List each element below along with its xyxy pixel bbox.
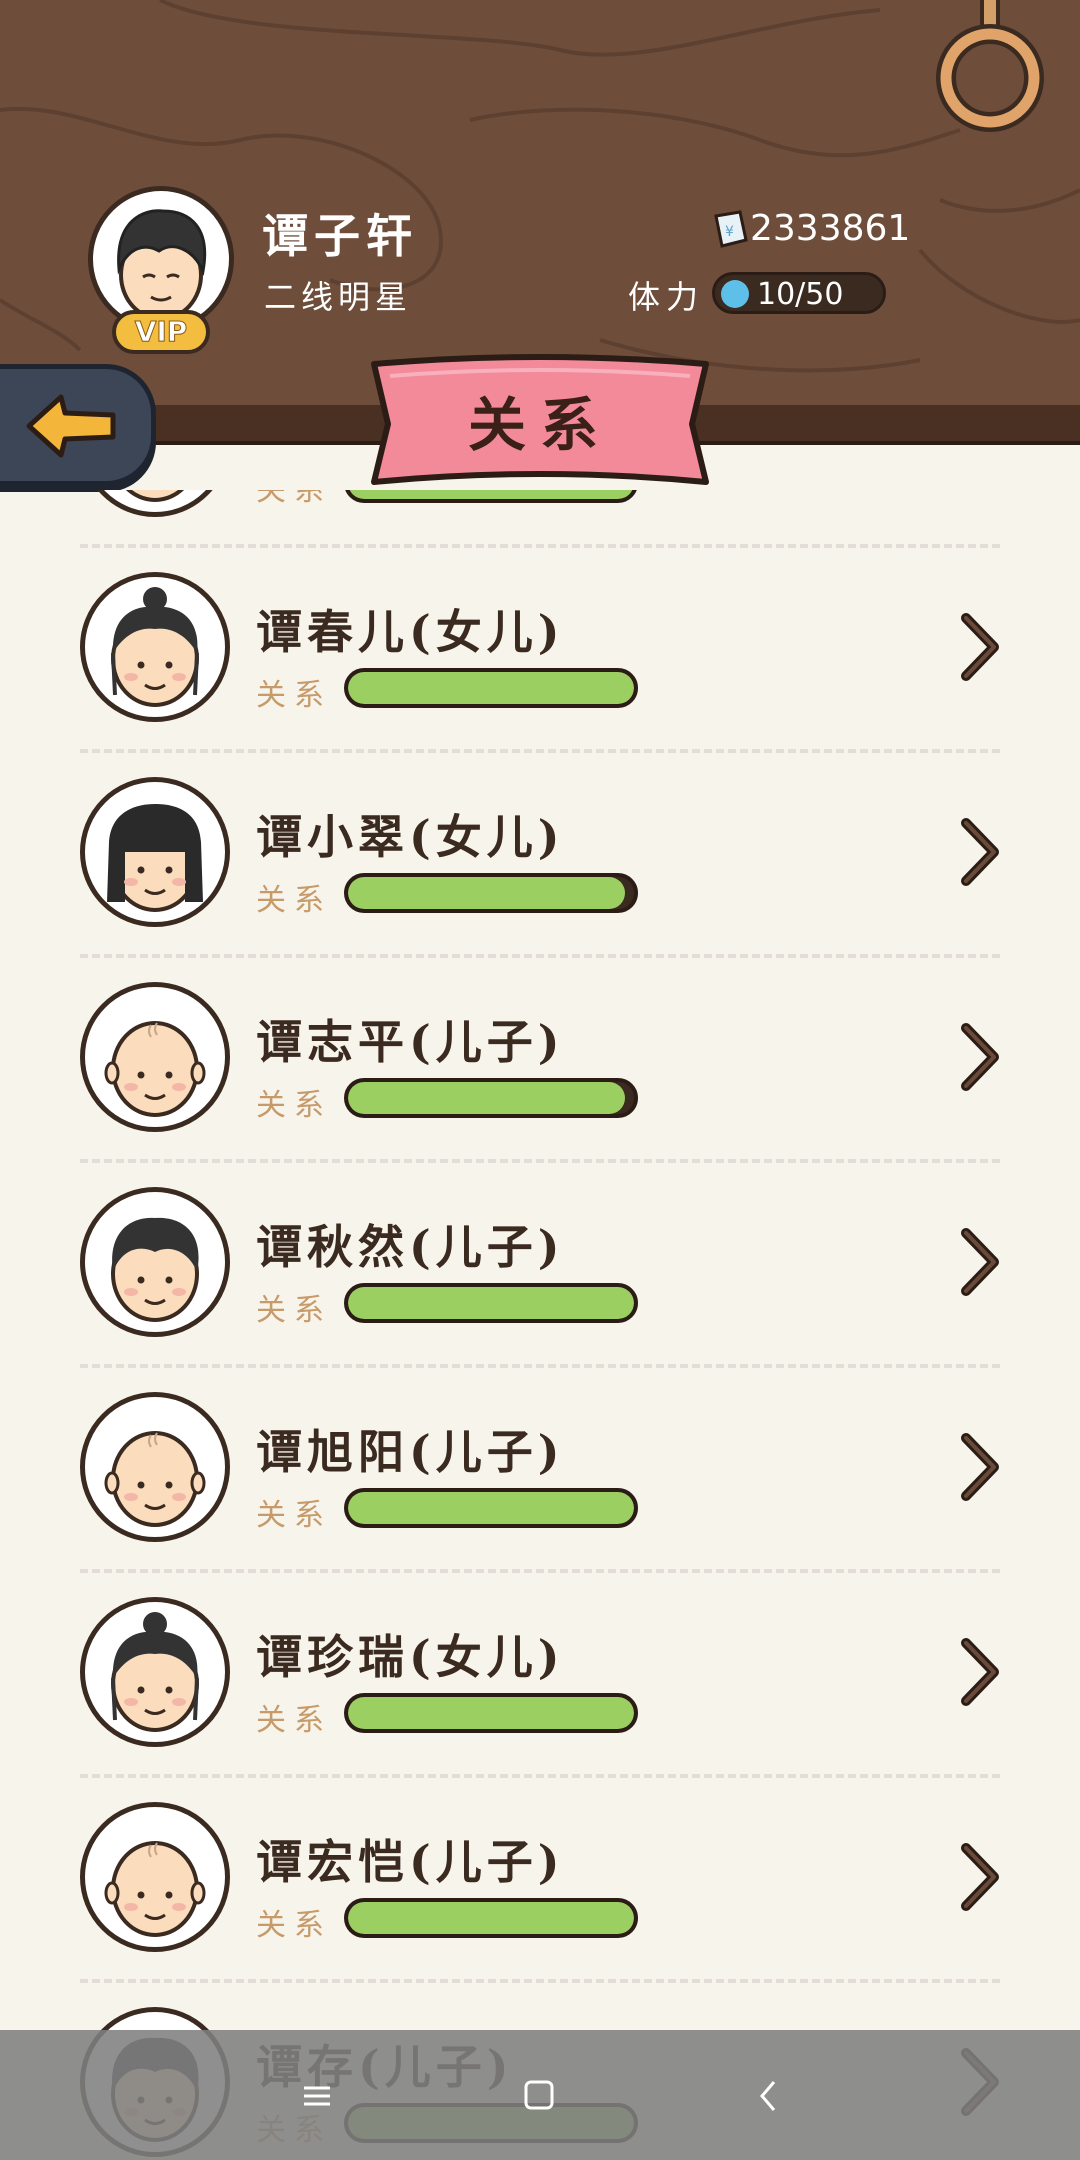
relation-label: 关系 xyxy=(256,490,332,508)
member-avatar[interactable] xyxy=(80,1187,230,1337)
chevron-right-icon[interactable] xyxy=(958,817,1002,887)
relations-list[interactable]: 关系 谭春儿(女儿) 关系 谭小翠(女儿) 关系 谭志平(儿子) 关系 谭秋然(儿子) 关系 谭旭… xyxy=(0,490,1080,2160)
banknote-icon: ¥ xyxy=(714,210,748,248)
header: VIP 谭子轩 二线明星 ¥ 2333861 体力 10/50 xyxy=(0,0,1080,405)
home-square-icon[interactable] xyxy=(480,2030,600,2160)
member-row[interactable]: 谭秋然(儿子) 关系 xyxy=(0,1161,1080,1368)
relation-label: 关系 xyxy=(256,883,332,918)
player-title: 二线明星 xyxy=(264,278,413,316)
relation-bar xyxy=(344,1488,638,1528)
relation-bar-fill xyxy=(348,1287,634,1319)
relation-bar xyxy=(344,1283,638,1323)
relation-label: 关系 xyxy=(256,678,332,713)
page-title: 关系 xyxy=(467,391,612,459)
stamina-label: 体力 xyxy=(628,278,705,316)
menu-icon[interactable] xyxy=(256,2030,376,2160)
back-button[interactable] xyxy=(0,364,156,486)
member-name: 谭志平(儿子) xyxy=(256,1015,565,1069)
chevron-right-icon[interactable] xyxy=(958,1637,1002,1707)
member-avatar[interactable] xyxy=(80,572,230,722)
member-avatar[interactable] xyxy=(80,982,230,1132)
member-avatar[interactable] xyxy=(80,490,230,517)
member-face-icon xyxy=(104,1021,206,1117)
relation-bar xyxy=(344,1898,638,1938)
member-row[interactable]: 谭珍瑞(女儿) 关系 xyxy=(0,1571,1080,1778)
system-nav-bar xyxy=(0,2030,1080,2160)
member-avatar[interactable] xyxy=(80,777,230,927)
member-row[interactable]: 谭旭阳(儿子) 关系 xyxy=(0,1366,1080,1573)
member-name: 谭宏恺(儿子) xyxy=(256,1835,565,1889)
member-face-icon xyxy=(111,587,199,707)
stamina-orb-icon xyxy=(721,280,749,308)
member-row[interactable]: 谭志平(儿子) 关系 xyxy=(0,956,1080,1163)
member-name: 谭珍瑞(女儿) xyxy=(256,1630,565,1684)
nav-back-icon[interactable] xyxy=(708,2030,828,2160)
relation-bar-fill xyxy=(348,1902,634,1934)
relation-bar xyxy=(344,668,638,708)
member-avatar[interactable] xyxy=(80,1802,230,1952)
chevron-right-icon[interactable] xyxy=(958,1022,1002,1092)
relation-bar-fill xyxy=(348,490,634,499)
member-name: 谭春儿(女儿) xyxy=(256,605,565,659)
svg-text:¥: ¥ xyxy=(725,224,734,240)
member-row[interactable]: 谭春儿(女儿) 关系 xyxy=(0,546,1080,753)
member-face-icon xyxy=(107,804,203,912)
member-face-icon xyxy=(111,1217,199,1322)
member-avatar[interactable] xyxy=(80,1597,230,1747)
stamina-bar: 10/50 xyxy=(712,272,886,314)
relation-bar-fill xyxy=(348,672,634,704)
member-name: 谭小翠(女儿) xyxy=(256,810,565,864)
chevron-right-icon[interactable] xyxy=(958,1432,1002,1502)
member-face-icon xyxy=(104,1431,206,1527)
member-avatar[interactable] xyxy=(80,1392,230,1542)
relation-bar-fill xyxy=(348,1492,634,1524)
ring-pull-icon[interactable] xyxy=(930,0,1050,140)
relation-bar xyxy=(344,490,638,503)
member-row[interactable]: 谭小翠(女儿) 关系 xyxy=(0,751,1080,958)
stamina-value: 10/50 xyxy=(757,277,844,312)
member-face-icon xyxy=(111,1612,199,1732)
relation-bar-fill xyxy=(348,1697,634,1729)
chevron-right-icon[interactable] xyxy=(958,612,1002,682)
relation-label: 关系 xyxy=(256,1703,332,1738)
relation-label: 关系 xyxy=(256,1088,332,1123)
relation-label: 关系 xyxy=(256,1908,332,1943)
relation-label: 关系 xyxy=(256,1498,332,1533)
player-face-icon xyxy=(117,209,207,321)
chevron-right-icon[interactable] xyxy=(958,1227,1002,1297)
member-row[interactable]: 关系 xyxy=(0,490,1080,548)
relation-bar xyxy=(344,1078,638,1118)
member-name: 谭旭阳(儿子) xyxy=(256,1425,565,1479)
relation-label: 关系 xyxy=(256,1293,332,1328)
member-name: 谭秋然(儿子) xyxy=(256,1220,565,1274)
member-face-icon xyxy=(125,490,185,502)
money-value: 2333861 xyxy=(750,208,911,249)
chevron-right-icon[interactable] xyxy=(958,1842,1002,1912)
relation-bar-fill xyxy=(348,1082,626,1114)
relation-bar-fill xyxy=(348,877,626,909)
relation-bar xyxy=(344,1693,638,1733)
member-row[interactable]: 谭宏恺(儿子) 关系 xyxy=(0,1776,1080,1983)
player-name: 谭子轩 xyxy=(262,209,418,263)
relation-bar xyxy=(344,873,638,913)
vip-badge: VIP xyxy=(112,310,210,354)
member-face-icon xyxy=(104,1841,206,1937)
back-arrow-icon xyxy=(26,394,116,458)
